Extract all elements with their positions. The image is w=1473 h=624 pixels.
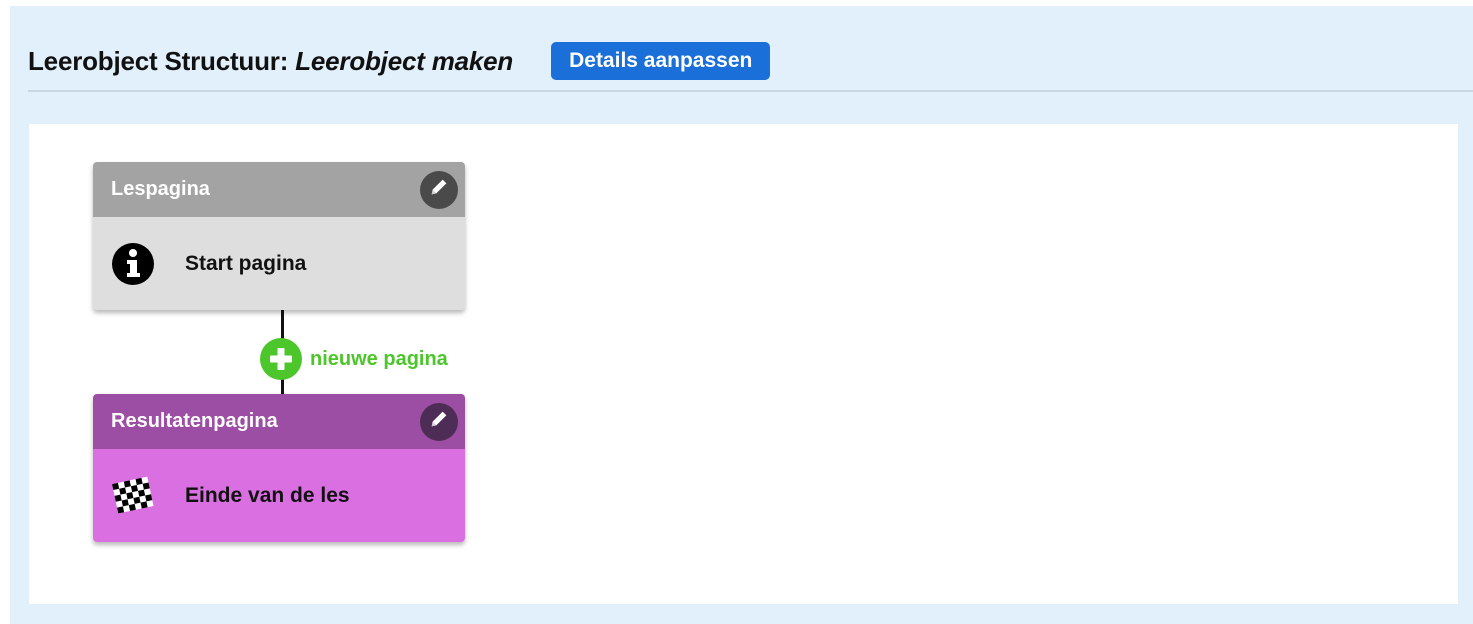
page-card-body: Einde van de les bbox=[93, 449, 465, 542]
checkered-flag-icon bbox=[111, 474, 155, 518]
leerobject-name: Leerobject maken bbox=[295, 45, 514, 76]
add-page-button[interactable]: nieuwe pagina bbox=[260, 338, 448, 380]
page-type-label: Lespagina bbox=[111, 178, 210, 200]
page-title: Leerobject Structuur: Leerobject maken bbox=[28, 46, 513, 77]
page-title-text: Einde van de les bbox=[185, 483, 350, 507]
structure-panel: Leerobject Structuur: Leerobject maken D… bbox=[10, 6, 1473, 624]
plus-circle-icon[interactable] bbox=[260, 338, 302, 380]
page-card-header: Resultatenpagina bbox=[93, 394, 465, 449]
header-divider bbox=[28, 90, 1473, 92]
title-prefix: Leerobject Structuur: bbox=[28, 45, 296, 76]
info-icon bbox=[111, 242, 155, 286]
page-card-header: Lespagina bbox=[93, 162, 465, 217]
page-type-label: Resultatenpagina bbox=[111, 410, 278, 432]
pencil-icon bbox=[428, 408, 450, 436]
page-title-text: Start pagina bbox=[185, 251, 307, 275]
details-edit-button[interactable]: Details aanpassen bbox=[551, 42, 771, 80]
edit-page-button[interactable] bbox=[420, 403, 458, 441]
add-page-label[interactable]: nieuwe pagina bbox=[310, 348, 448, 371]
structure-header: Leerobject Structuur: Leerobject maken D… bbox=[28, 36, 1473, 86]
page-card-resultatenpagina[interactable]: Resultatenpagina Einde van de les bbox=[93, 394, 465, 542]
edit-page-button[interactable] bbox=[420, 171, 458, 209]
page-card-lespagina[interactable]: Lespagina Start pagina bbox=[93, 162, 465, 310]
pencil-icon bbox=[428, 176, 450, 204]
structure-canvas: Lespagina Start pagina nieuwe pagina Res… bbox=[29, 124, 1458, 604]
page-card-body: Start pagina bbox=[93, 217, 465, 310]
